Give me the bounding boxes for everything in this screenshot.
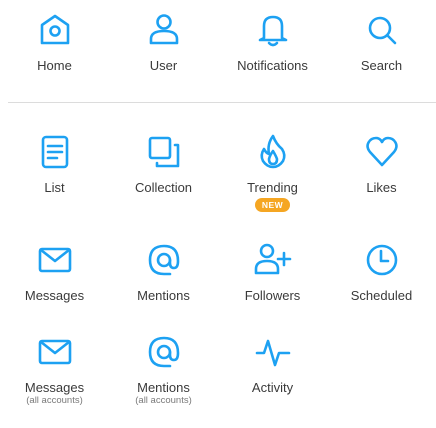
collection-icon xyxy=(144,132,184,172)
menu-item-label: Messages xyxy=(24,380,85,395)
menu-item-sublabel: (all accounts) xyxy=(135,395,192,406)
search-icon xyxy=(362,10,402,50)
menu-item-label: Messages xyxy=(24,288,85,303)
at-sign-icon xyxy=(144,240,184,280)
section-divider xyxy=(8,102,436,103)
menu-item-label: Mentions xyxy=(137,380,190,395)
menu-item-mentions[interactable]: Mentions xyxy=(109,240,218,336)
flame-icon xyxy=(253,132,293,172)
menu-item-label: List xyxy=(44,180,65,195)
menu-item-collection[interactable]: Collection xyxy=(109,132,218,228)
menu-item-mentions-all-accounts[interactable]: Mentions (all accounts) xyxy=(109,332,218,428)
menu-item-sublabel: (all accounts) xyxy=(26,395,83,406)
heart-icon xyxy=(362,132,402,172)
menu-item-followers[interactable]: Followers xyxy=(218,240,327,336)
menu-item-likes[interactable]: Likes xyxy=(327,132,436,228)
menu-item-label: User xyxy=(149,58,178,73)
envelope-icon xyxy=(35,332,75,372)
home-icon xyxy=(35,10,75,50)
menu-item-user[interactable]: User xyxy=(109,10,218,106)
activity-icon xyxy=(253,332,293,372)
menu-item-activity[interactable]: Activity xyxy=(218,332,327,428)
menu-item-home[interactable]: Home xyxy=(0,10,109,106)
list-icon xyxy=(35,132,75,172)
menu-item-label: Mentions xyxy=(137,288,190,303)
envelope-icon xyxy=(35,240,75,280)
menu-item-label: Activity xyxy=(251,380,294,395)
menu-item-messages-all-accounts[interactable]: Messages (all accounts) xyxy=(0,332,109,428)
menu-item-messages[interactable]: Messages xyxy=(0,240,109,336)
at-sign-icon xyxy=(144,332,184,372)
user-icon xyxy=(144,10,184,50)
menu-item-label: Search xyxy=(360,58,403,73)
menu-item-scheduled[interactable]: Scheduled xyxy=(327,240,436,336)
menu-item-label: Notifications xyxy=(237,58,308,73)
menu-item-label: Home xyxy=(37,58,72,73)
menu-item-label: Followers xyxy=(244,288,301,303)
menu-item-label: Trending xyxy=(247,180,298,195)
menu-item-list[interactable]: List xyxy=(0,132,109,228)
bell-icon xyxy=(253,10,293,50)
clock-icon xyxy=(362,240,402,280)
menu-item-search[interactable]: Search xyxy=(327,10,436,106)
menu-item-label: Likes xyxy=(366,180,397,195)
menu-item-label: Collection xyxy=(134,180,193,195)
new-badge: NEW xyxy=(254,198,291,212)
menu-item-label: Scheduled xyxy=(350,288,413,303)
add-user-icon xyxy=(253,240,293,280)
menu-item-notifications[interactable]: Notifications xyxy=(218,10,327,106)
menu-item-trending[interactable]: Trending NEW xyxy=(218,132,327,228)
